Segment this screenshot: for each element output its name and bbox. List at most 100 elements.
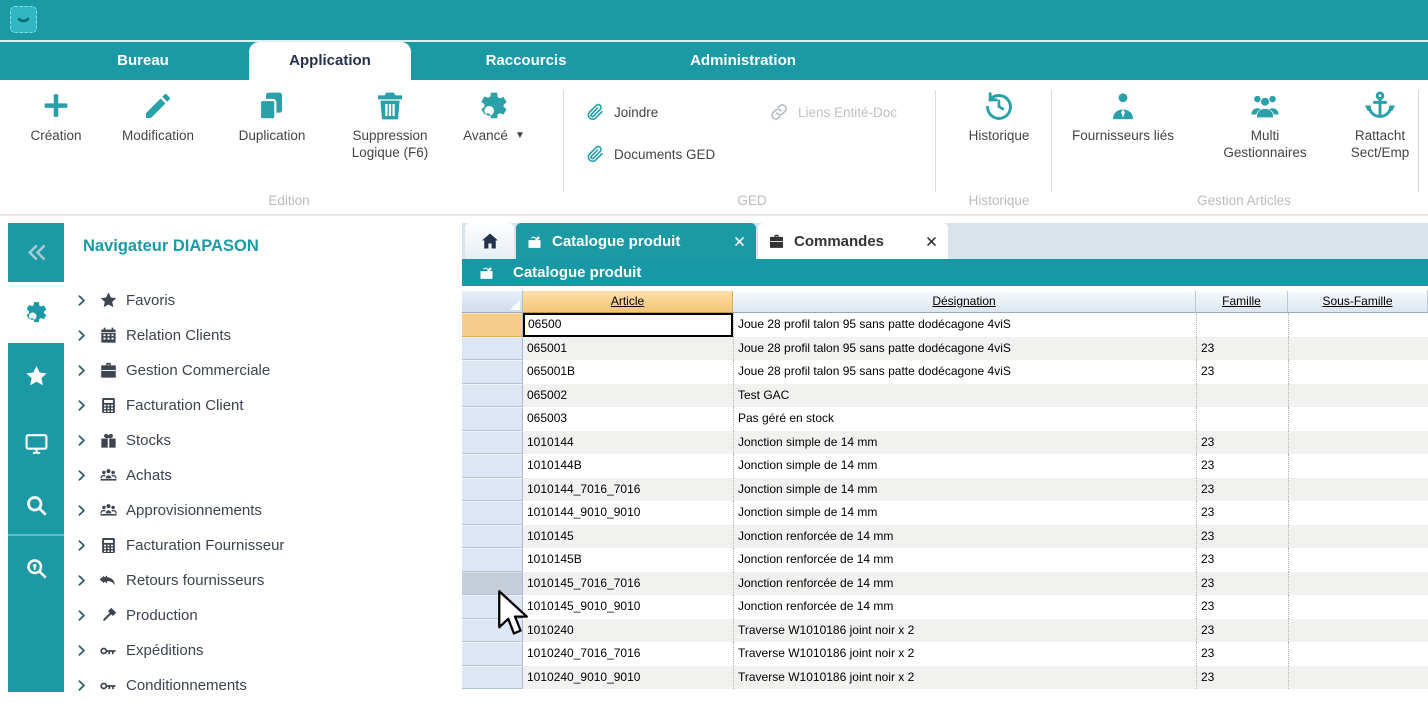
cell-designation[interactable]: Jonction simple de 14 mm: [733, 431, 1196, 455]
column-header-sous-famille[interactable]: Sous-Famille: [1288, 291, 1428, 313]
documents-ged-button[interactable]: Documents GED: [585, 144, 715, 164]
cell-article[interactable]: 065003: [523, 407, 733, 431]
cell-famille[interactable]: 23: [1196, 572, 1288, 596]
chevron-right-icon[interactable]: [75, 434, 88, 447]
cell-famille[interactable]: 23: [1196, 666, 1288, 690]
chevron-right-icon[interactable]: [75, 294, 88, 307]
tab-commandes[interactable]: Commandes: [758, 223, 948, 259]
row-selector[interactable]: [462, 525, 523, 549]
fournisseurs-lies-button[interactable]: Fournisseurs liés: [1066, 90, 1180, 144]
cell-designation[interactable]: Jonction renforcée de 14 mm: [733, 525, 1196, 549]
sidebar-item-facturation-fournisseur[interactable]: Facturation Fournisseur: [75, 528, 456, 563]
sidebar-item-facturation-client[interactable]: Facturation Client: [75, 388, 456, 423]
cell-sous-famille[interactable]: [1288, 360, 1428, 384]
cell-famille[interactable]: 23: [1196, 337, 1288, 361]
cell-designation[interactable]: Pas géré en stock: [733, 407, 1196, 431]
cell-designation[interactable]: Joue 28 profil talon 95 sans patte dodéc…: [733, 337, 1196, 361]
row-selector[interactable]: [462, 619, 523, 643]
sidebar-item-achats[interactable]: Achats: [75, 458, 456, 493]
sidebar-item-conditionnements[interactable]: Conditionnements: [75, 668, 456, 703]
cell-famille[interactable]: 23: [1196, 619, 1288, 643]
cell-sous-famille[interactable]: [1288, 407, 1428, 431]
cell-famille[interactable]: 23: [1196, 478, 1288, 502]
cell-sous-famille[interactable]: [1288, 595, 1428, 619]
ribbon-tab-raccourcis[interactable]: Raccourcis: [470, 42, 582, 80]
rail-modules[interactable]: [8, 282, 64, 343]
cell-article[interactable]: 06500: [523, 313, 733, 337]
rail-desktop[interactable]: [8, 410, 64, 476]
cell-designation[interactable]: Jonction renforcée de 14 mm: [733, 595, 1196, 619]
cell-article[interactable]: 065002: [523, 384, 733, 408]
sidebar-item-approvisionnements[interactable]: Approvisionnements: [75, 493, 456, 528]
row-selector[interactable]: [462, 572, 523, 596]
modification-button[interactable]: Modification: [100, 90, 216, 144]
avance-button[interactable]: Avancé▼: [446, 90, 542, 144]
rail-search[interactable]: [8, 476, 64, 534]
close-icon[interactable]: [733, 235, 746, 248]
row-selector[interactable]: [462, 337, 523, 361]
rail-favorites[interactable]: [8, 343, 64, 410]
row-selector[interactable]: [462, 431, 523, 455]
cell-article[interactable]: 1010145_9010_9010: [523, 595, 733, 619]
ribbon-tab-administration[interactable]: Administration: [672, 42, 814, 80]
row-selector[interactable]: [462, 360, 523, 384]
cell-sous-famille[interactable]: [1288, 313, 1428, 337]
cell-article[interactable]: 1010240: [523, 619, 733, 643]
sidebar-item-stocks[interactable]: Stocks: [75, 423, 456, 458]
sidebar-item-production[interactable]: Production: [75, 598, 456, 633]
column-header-designation[interactable]: Désignation: [733, 291, 1196, 313]
cell-designation[interactable]: Jonction simple de 14 mm: [733, 454, 1196, 478]
sidebar-item-gestion-commerciale[interactable]: Gestion Commerciale: [75, 353, 456, 388]
cell-famille[interactable]: 23: [1196, 360, 1288, 384]
tab-catalogue-produit[interactable]: Catalogue produit: [516, 223, 756, 259]
chevron-right-icon[interactable]: [75, 574, 88, 587]
cell-article[interactable]: 1010240_7016_7016: [523, 642, 733, 666]
cell-article[interactable]: 1010145_7016_7016: [523, 572, 733, 596]
rattacht-sect-emp-button[interactable]: Rattacht Sect/Emp: [1326, 90, 1428, 161]
cell-designation[interactable]: Jonction renforcée de 14 mm: [733, 548, 1196, 572]
cell-article[interactable]: 1010240_9010_9010: [523, 666, 733, 690]
cell-famille[interactable]: 23: [1196, 431, 1288, 455]
cell-famille[interactable]: 23: [1196, 642, 1288, 666]
cell-sous-famille[interactable]: [1288, 572, 1428, 596]
cell-designation[interactable]: Traverse W1010186 joint noir x 2: [733, 666, 1196, 690]
cell-sous-famille[interactable]: [1288, 431, 1428, 455]
row-selector[interactable]: [462, 501, 523, 525]
row-selector[interactable]: [462, 454, 523, 478]
cell-designation[interactable]: Traverse W1010186 joint noir x 2: [733, 642, 1196, 666]
suppression-logique-button[interactable]: Suppression Logique (F6): [328, 90, 452, 161]
cell-sous-famille[interactable]: [1288, 384, 1428, 408]
cell-sous-famille[interactable]: [1288, 454, 1428, 478]
row-selector[interactable]: [462, 478, 523, 502]
select-all-corner[interactable]: [462, 291, 523, 313]
chevron-right-icon[interactable]: [75, 539, 88, 552]
chevron-right-icon[interactable]: [75, 364, 88, 377]
column-header-article[interactable]: Article: [523, 291, 733, 313]
ribbon-tab-application[interactable]: Application: [249, 42, 411, 80]
chevron-right-icon[interactable]: [75, 469, 88, 482]
cell-famille[interactable]: [1196, 384, 1288, 408]
cell-article[interactable]: 1010144B: [523, 454, 733, 478]
cell-designation[interactable]: Jonction simple de 14 mm: [733, 501, 1196, 525]
cell-article[interactable]: 1010145: [523, 525, 733, 549]
column-header-famille[interactable]: Famille: [1196, 291, 1288, 313]
cell-sous-famille[interactable]: [1288, 666, 1428, 690]
tab-home[interactable]: [465, 223, 514, 259]
row-selector[interactable]: [462, 407, 523, 431]
creation-button[interactable]: Création: [12, 90, 100, 144]
cell-designation[interactable]: Jonction renforcée de 14 mm: [733, 572, 1196, 596]
sidebar-item-expeditions[interactable]: Expéditions: [75, 633, 456, 668]
close-icon[interactable]: [925, 235, 938, 248]
cell-article[interactable]: 1010144: [523, 431, 733, 455]
cell-famille[interactable]: [1196, 313, 1288, 337]
chevron-right-icon[interactable]: [75, 609, 88, 622]
cell-designation[interactable]: Jonction simple de 14 mm: [733, 478, 1196, 502]
chevron-right-icon[interactable]: [75, 504, 88, 517]
row-selector[interactable]: [462, 548, 523, 572]
row-selector[interactable]: [462, 666, 523, 690]
chevron-right-icon[interactable]: [75, 329, 88, 342]
cell-sous-famille[interactable]: [1288, 548, 1428, 572]
cell-designation[interactable]: Traverse W1010186 joint noir x 2: [733, 619, 1196, 643]
cell-famille[interactable]: 23: [1196, 525, 1288, 549]
cell-article[interactable]: 065001B: [523, 360, 733, 384]
